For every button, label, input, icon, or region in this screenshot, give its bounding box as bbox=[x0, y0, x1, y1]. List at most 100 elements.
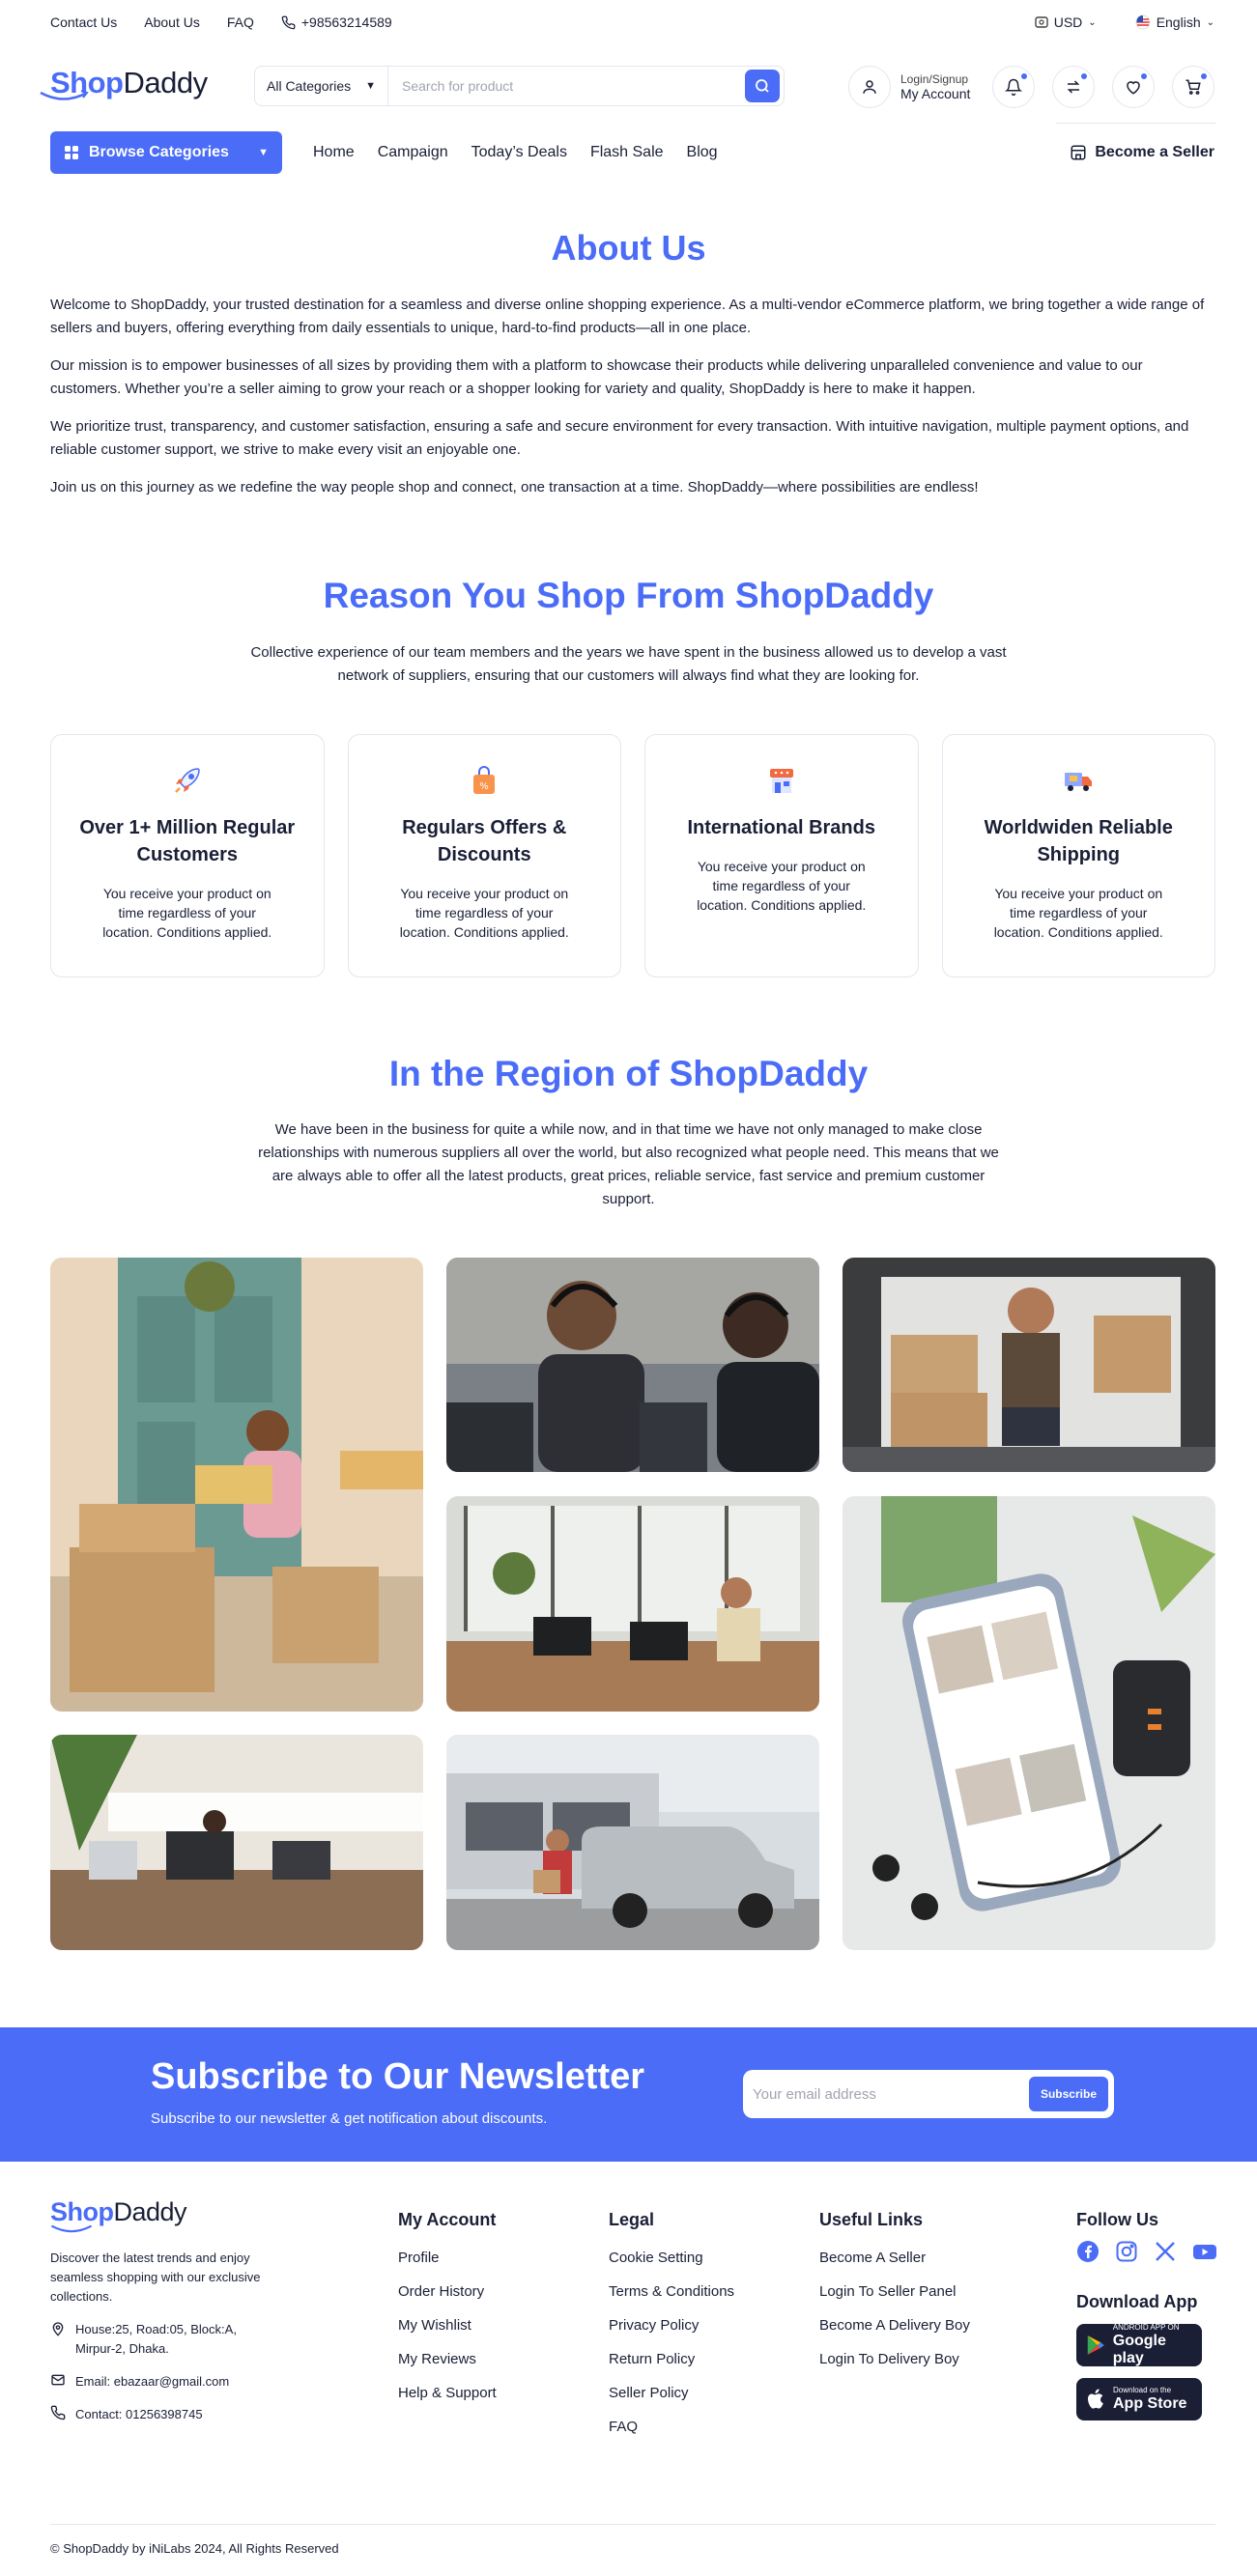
category-select[interactable]: All Categories ▼ bbox=[255, 67, 388, 105]
photo-call-center bbox=[446, 1258, 819, 1472]
region-title: In the Region of ShopDaddy bbox=[388, 1054, 869, 1093]
photo-app-mockup bbox=[843, 1496, 1215, 1950]
us-flag-icon bbox=[1135, 14, 1151, 30]
photo-child-with-boxes bbox=[50, 1258, 423, 1712]
footer-link-reviews[interactable]: My Reviews bbox=[398, 2351, 497, 2367]
top-bar: Contact Us About Us FAQ +98563214589 USD… bbox=[0, 0, 1257, 44]
footer-link-terms[interactable]: Terms & Conditions bbox=[609, 2283, 734, 2300]
header: ShopDaddy All Categories ▼ Search for pro… bbox=[0, 58, 1257, 116]
google-play-button[interactable]: ANDROID APP ON Google play bbox=[1076, 2323, 1202, 2366]
youtube-icon[interactable] bbox=[1192, 2240, 1217, 2263]
subscribe-button[interactable]: Subscribe bbox=[1028, 2077, 1108, 2111]
language-select[interactable]: English ⌄ bbox=[1135, 14, 1214, 30]
cart-button[interactable] bbox=[1172, 66, 1214, 108]
app-store-button[interactable]: Download on the App Store bbox=[1076, 2378, 1202, 2420]
reason-cards: Over 1+ Million Regular Customers You re… bbox=[50, 734, 1215, 977]
truck-icon bbox=[1062, 764, 1095, 797]
main-nav: Browse Categories ▼ Home Campaign Today’… bbox=[0, 131, 1257, 176]
store-icon bbox=[1071, 145, 1086, 160]
shopping-bag-icon: % bbox=[468, 764, 500, 797]
footer-link-delivery-login[interactable]: Login To Delivery Boy bbox=[819, 2351, 970, 2367]
footer-link-profile[interactable]: Profile bbox=[398, 2250, 497, 2266]
caret-down-icon: ▼ bbox=[365, 80, 376, 92]
account-link[interactable]: Login/Signup My Account bbox=[848, 66, 970, 108]
photo-office-worker bbox=[446, 1496, 819, 1712]
apple-icon bbox=[1088, 2389, 1103, 2409]
browse-categories-button[interactable]: Browse Categories ▼ bbox=[50, 131, 282, 174]
compare-button[interactable] bbox=[1052, 66, 1095, 108]
nav-todays-deals[interactable]: Today’s Deals bbox=[471, 144, 567, 161]
footer-link-become-seller[interactable]: Become A Seller bbox=[819, 2250, 970, 2266]
footer-link-privacy[interactable]: Privacy Policy bbox=[609, 2317, 734, 2334]
search-button[interactable] bbox=[745, 70, 780, 102]
search-bar: All Categories ▼ Search for product bbox=[254, 66, 785, 106]
about-paragraph: Our mission is to empower businesses of … bbox=[50, 357, 1143, 397]
about-paragraph: Welcome to ShopDaddy, your trusted desti… bbox=[50, 297, 1205, 336]
footer-link-cookie[interactable]: Cookie Setting bbox=[609, 2250, 734, 2266]
copyright: © ShopDaddy by iNiLabs 2024, All Rights … bbox=[50, 2524, 1215, 2556]
facebook-icon[interactable] bbox=[1076, 2240, 1100, 2263]
nav-flash-sale[interactable]: Flash Sale bbox=[590, 144, 664, 161]
page-title: About Us bbox=[551, 228, 706, 268]
footer-link-seller-policy[interactable]: Seller Policy bbox=[609, 2385, 734, 2401]
card-title: International Brands bbox=[687, 817, 875, 838]
notification-button[interactable] bbox=[992, 66, 1035, 108]
about-text: Welcome to ShopDaddy, your trusted desti… bbox=[50, 294, 1215, 514]
google-play-small: ANDROID APP ON bbox=[1112, 2323, 1180, 2332]
footer-description: Discover the latest trends and enjoy sea… bbox=[50, 2250, 261, 2304]
become-seller-label: Become a Seller bbox=[1095, 144, 1214, 160]
email-input[interactable]: Your email address bbox=[753, 2086, 1029, 2103]
become-seller-link[interactable]: Become a Seller bbox=[1070, 144, 1214, 161]
reason-card: Worldwiden Reliable Shipping You receive… bbox=[941, 734, 1215, 977]
reason-card: % Regulars Offers & Discounts You receiv… bbox=[347, 734, 621, 977]
about-paragraph: We prioritize trust, transparency, and c… bbox=[50, 418, 1189, 458]
contact-us-link[interactable]: Contact Us bbox=[50, 14, 117, 30]
svg-text:%: % bbox=[479, 781, 489, 792]
card-title: Worldwiden Reliable Shipping bbox=[984, 817, 1173, 865]
wishlist-button[interactable] bbox=[1112, 66, 1155, 108]
faq-link[interactable]: FAQ bbox=[227, 14, 254, 30]
footer-link-seller-panel[interactable]: Login To Seller Panel bbox=[819, 2283, 970, 2300]
footer-email: Email: ebazaar@gmail.com bbox=[50, 2372, 282, 2392]
chevron-down-icon: ⌄ bbox=[1088, 16, 1097, 28]
footer-link-order-history[interactable]: Order History bbox=[398, 2283, 497, 2300]
app-store-label: App Store bbox=[1113, 2395, 1187, 2412]
region-subtitle: We have been in the business for quite a… bbox=[258, 1121, 999, 1207]
instagram-icon[interactable] bbox=[1115, 2240, 1138, 2263]
footer-legal-column: Legal Cookie Setting Terms & Conditions … bbox=[609, 2210, 734, 2452]
rocket-icon bbox=[171, 764, 204, 797]
browse-label: Browse Categories bbox=[89, 144, 229, 160]
footer-logo[interactable]: ShopDaddy bbox=[50, 2199, 282, 2225]
footer-heading: Download App bbox=[1076, 2292, 1198, 2311]
footer-heading: Follow Us bbox=[1076, 2210, 1158, 2229]
phone-icon bbox=[281, 15, 296, 29]
footer-heading: Useful Links bbox=[819, 2210, 924, 2229]
nav-home[interactable]: Home bbox=[313, 144, 355, 161]
x-twitter-icon[interactable] bbox=[1154, 2240, 1177, 2263]
caret-down-icon: ▼ bbox=[258, 147, 269, 158]
currency-select[interactable]: USD ⌄ bbox=[1035, 14, 1097, 30]
newsletter-form: Your email address Subscribe bbox=[743, 2070, 1114, 2118]
card-description: You receive your product on time regardl… bbox=[102, 886, 272, 940]
divider bbox=[1056, 123, 1215, 124]
google-play-label: Google play bbox=[1112, 2333, 1166, 2366]
nav-blog[interactable]: Blog bbox=[687, 144, 718, 161]
footer-brand: ShopDaddy Discover the latest trends and… bbox=[50, 2199, 282, 2424]
photo-open-office bbox=[50, 1735, 423, 1950]
search-input[interactable]: Search for product bbox=[388, 78, 745, 94]
card-description: You receive your product on time regardl… bbox=[993, 886, 1163, 940]
footer-link-faq[interactable]: FAQ bbox=[609, 2419, 734, 2435]
logo-swoosh-icon bbox=[40, 90, 89, 100]
phone-number: +98563214589 bbox=[300, 14, 392, 30]
footer-link-return[interactable]: Return Policy bbox=[609, 2351, 734, 2367]
footer-link-wishlist[interactable]: My Wishlist bbox=[398, 2317, 497, 2334]
card-description: You receive your product on time regardl… bbox=[697, 859, 867, 913]
card-description: You receive your product on time regardl… bbox=[399, 886, 569, 940]
about-us-link[interactable]: About Us bbox=[144, 14, 200, 30]
footer-link-help[interactable]: Help & Support bbox=[398, 2385, 497, 2401]
nav-campaign[interactable]: Campaign bbox=[378, 144, 448, 161]
footer-link-delivery-boy[interactable]: Become A Delivery Boy bbox=[819, 2317, 970, 2334]
footer-follow-column: Follow Us Download App ANDROID APP ON Goo… bbox=[1076, 2210, 1217, 2432]
phone-icon bbox=[50, 2405, 66, 2420]
footer-address: House:25, Road:05, Block:A, Mirpur-2, Dh… bbox=[50, 2320, 282, 2359]
